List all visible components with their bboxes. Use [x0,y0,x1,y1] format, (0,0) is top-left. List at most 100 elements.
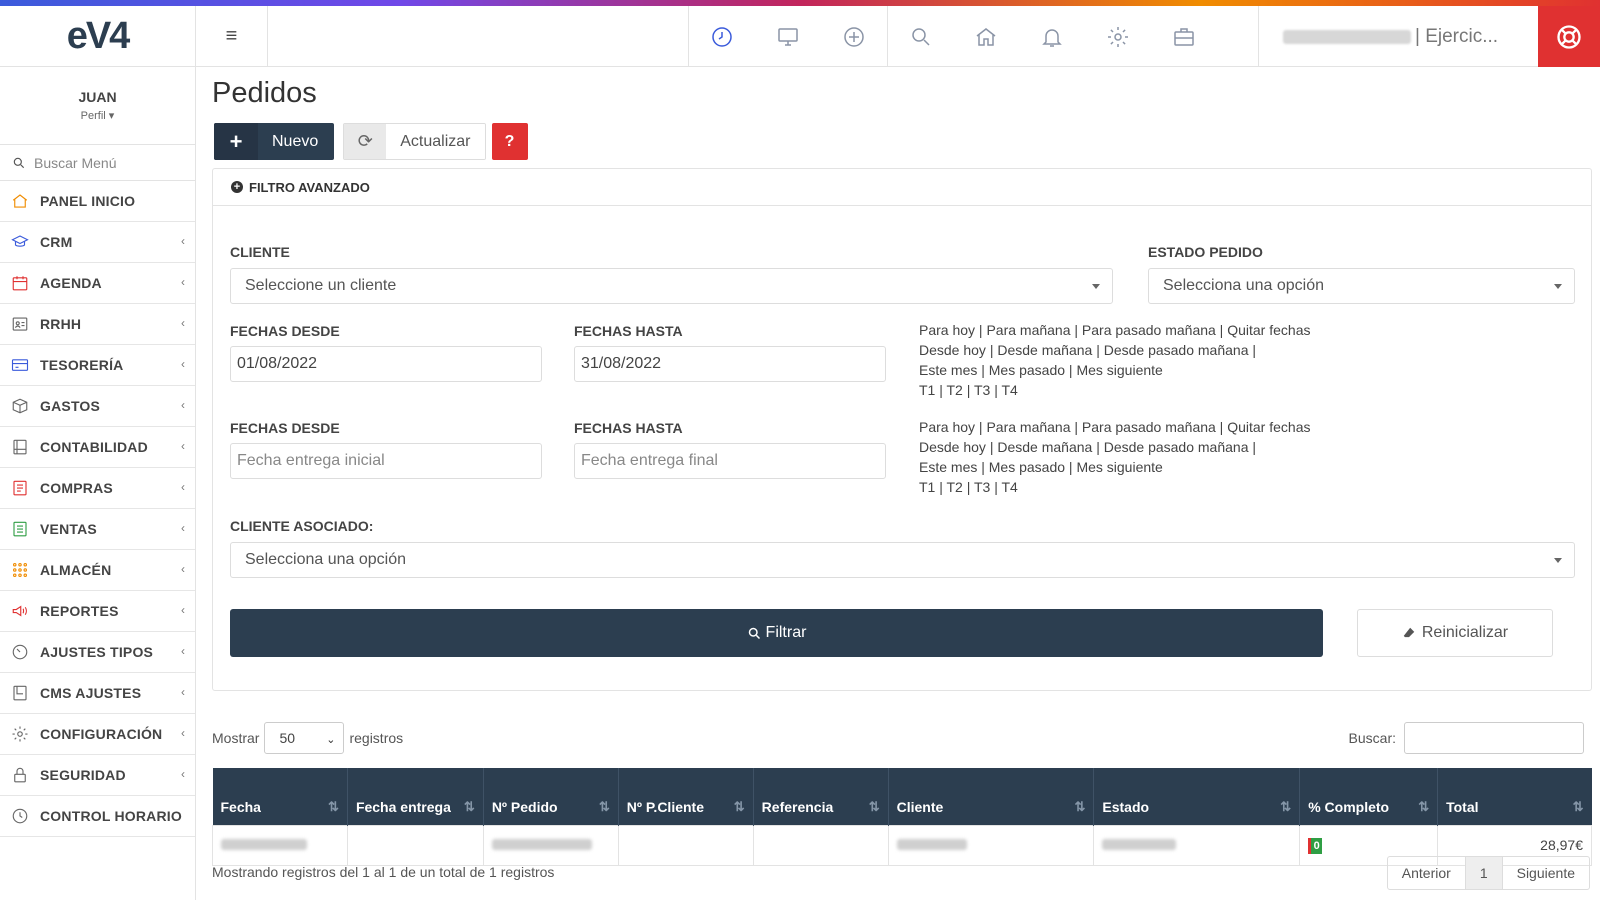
sidebar-item-configuracion[interactable]: CONFIGURACIÓN ‹ [0,714,195,755]
table-row[interactable]: 0 28,97€ [212,824,1592,866]
cliente-asociado-label: CLIENTE ASOCIADO: [230,518,374,534]
column-header-estado[interactable]: Estado ⇅ [1093,768,1301,825]
column-header-num-pcliente[interactable]: Nº P.Cliente ⇅ [618,768,754,825]
pagination-next[interactable]: Siguiente [1503,857,1589,889]
sidebar-item-control-horario[interactable]: CONTROL HORARIO [0,796,195,837]
sidebar-item-crm[interactable]: CRM ‹ [0,222,195,263]
column-header-num-pedido[interactable]: Nº Pedido ⇅ [483,768,619,825]
fechas-desde-label: FECHAS DESDE [230,323,340,339]
search-icon[interactable] [887,6,953,67]
user-name: JUAN [78,89,117,105]
chevron-left-icon: ‹ [181,644,185,658]
sidebar-item-agenda[interactable]: AGENDA ‹ [0,263,195,304]
entrega-hasta-label: FECHAS HASTA [574,420,683,436]
redacted-value [896,839,967,850]
column-header-fecha[interactable]: Fecha ⇅ [212,768,348,825]
sort-icon: ⇅ [328,798,339,814]
sidebar-item-rrhh[interactable]: RRHH ‹ [0,304,195,345]
date-shortcut-line[interactable]: Desde hoy | Desde mañana | Desde pasado … [919,340,1310,360]
pagination-page-current[interactable]: 1 [1465,857,1503,889]
dial-icon [10,642,30,662]
date-shortcut-line[interactable]: Desde hoy | Desde mañana | Desde pasado … [919,437,1310,457]
page-length-select[interactable]: 50 ⌄ [264,722,345,754]
sidebar-item-gastos[interactable]: GASTOS ‹ [0,386,195,427]
update-button[interactable]: ⟳ Actualizar [343,123,486,160]
sidebar-item-label: CRM [40,234,73,250]
pagination-previous[interactable]: Anterior [1388,857,1466,889]
table-search-input[interactable] [1404,722,1584,754]
progress-badge: 0 [1308,838,1323,854]
sidebar-item-ajustes-tipos[interactable]: AJUSTES TIPOS ‹ [0,632,195,673]
plus-circle-icon[interactable] [821,6,887,67]
cliente-select-value: Seleccione un cliente [245,277,397,294]
column-header-cliente[interactable]: Cliente ⇅ [888,768,1095,825]
gear-icon[interactable] [1085,6,1151,67]
date-shortcut-line[interactable]: T1 | T2 | T3 | T4 [919,477,1310,497]
sidebar-item-seguridad[interactable]: SEGURIDAD ‹ [0,755,195,796]
column-header-fecha-entrega[interactable]: Fecha entrega ⇅ [347,768,484,825]
sidebar-item-reportes[interactable]: REPORTES ‹ [0,591,195,632]
entrega-desde-label: FECHAS DESDE [230,420,340,436]
cliente-asociado-select[interactable]: Selecciona una opción [230,542,1575,578]
date-shortcut-line[interactable]: Para hoy | Para mañana | Para pasado mañ… [919,320,1310,340]
user-name-redacted [1283,29,1411,44]
sidebar-item-label: SEGURIDAD [40,767,126,783]
caret-down-icon [1554,284,1562,289]
reset-button[interactable]: Reinicializar [1357,609,1553,657]
date-shortcut-line[interactable]: T1 | T2 | T3 | T4 [919,380,1310,400]
column-header-total[interactable]: Total ⇅ [1437,768,1592,825]
sidebar-item-panel-inicio[interactable]: PANEL INICIO [0,181,195,222]
orders-table: Fecha ⇅ Fecha entrega ⇅ Nº Pedido ⇅ Nº P.Cl… [212,768,1592,866]
sidebar-item-label: CONTROL HORARIO [40,808,182,824]
briefcase-icon[interactable] [1151,6,1217,67]
chevron-left-icon: ‹ [181,685,185,699]
sidebar-item-label: GASTOS [40,398,101,414]
fecha-entrega-final-input[interactable]: Fecha entrega final [574,443,886,479]
pagination: Anterior 1 Siguiente [1386,856,1590,890]
redacted-value [491,839,592,850]
chevron-left-icon: ‹ [181,726,185,740]
fecha-entrega-inicial-input[interactable]: Fecha entrega inicial [230,443,542,479]
lock-icon [10,765,30,785]
fecha-desde-input[interactable]: 01/08/2022 [230,346,542,382]
advanced-filter-toggle[interactable]: + FILTRO AVANZADO [213,169,1591,206]
cliente-select[interactable]: Seleccione un cliente [230,268,1113,304]
column-header-referencia[interactable]: Referencia ⇅ [753,768,889,825]
new-button[interactable]: + Nuevo [214,123,335,160]
bell-icon[interactable] [1019,6,1085,67]
date-shortcut-line[interactable]: Este mes | Mes pasado | Mes siguiente [919,457,1310,477]
sidebar-item-compras[interactable]: COMPRAS ‹ [0,468,195,509]
filter-button[interactable]: Filtrar [230,609,1323,657]
sidebar-item-cms-ajustes[interactable]: CMS AJUSTES ‹ [0,673,195,714]
cliente-label: CLIENTE [230,244,290,260]
column-header-pct-completo[interactable]: % Completo ⇅ [1299,768,1439,825]
sidebar-item-almacen[interactable]: ALMACÉN ‹ [0,550,195,591]
app-logo[interactable]: eV4 [0,6,196,67]
help-button[interactable]: ? [491,123,528,160]
sidebar-item-label: CONTABILIDAD [40,439,148,455]
estado-pedido-select[interactable]: Selecciona una opción [1148,268,1575,304]
date-shortcut-line[interactable]: Este mes | Mes pasado | Mes siguiente [919,360,1310,380]
chevron-left-icon: ‹ [181,439,185,453]
monitor-icon[interactable] [755,6,821,67]
chevron-left-icon: ‹ [181,603,185,617]
home-icon[interactable] [953,6,1019,67]
id-card-icon [10,314,30,334]
page-length-value: 50 [279,730,296,746]
fecha-hasta-input[interactable]: 31/08/2022 [574,346,886,382]
refresh-icon: ⟳ [344,124,387,159]
sidebar-item-tesoreria[interactable]: TESORERÍA ‹ [0,345,195,386]
chevron-left-icon: ‹ [181,234,185,248]
user-exercise-selector[interactable]: | Ejercic... [1258,6,1538,67]
lifebuoy-icon[interactable] [1538,6,1600,67]
clock-icon[interactable] [689,6,755,67]
sidebar-item-ventas[interactable]: VENTAS ‹ [0,509,195,550]
sidebar-item-contabilidad[interactable]: CONTABILIDAD ‹ [0,427,195,468]
cell-num-pcliente [617,824,754,866]
date-shortcut-line[interactable]: Para hoy | Para mañana | Para pasado mañ… [919,417,1310,437]
menu-toggle-button[interactable]: ≡ [196,6,268,67]
top-icon-bar [688,6,1217,67]
profile-dropdown[interactable]: Perfil ▾ [0,109,195,122]
redacted-value [1102,839,1177,850]
menu-search[interactable]: Buscar Menú [0,145,195,181]
